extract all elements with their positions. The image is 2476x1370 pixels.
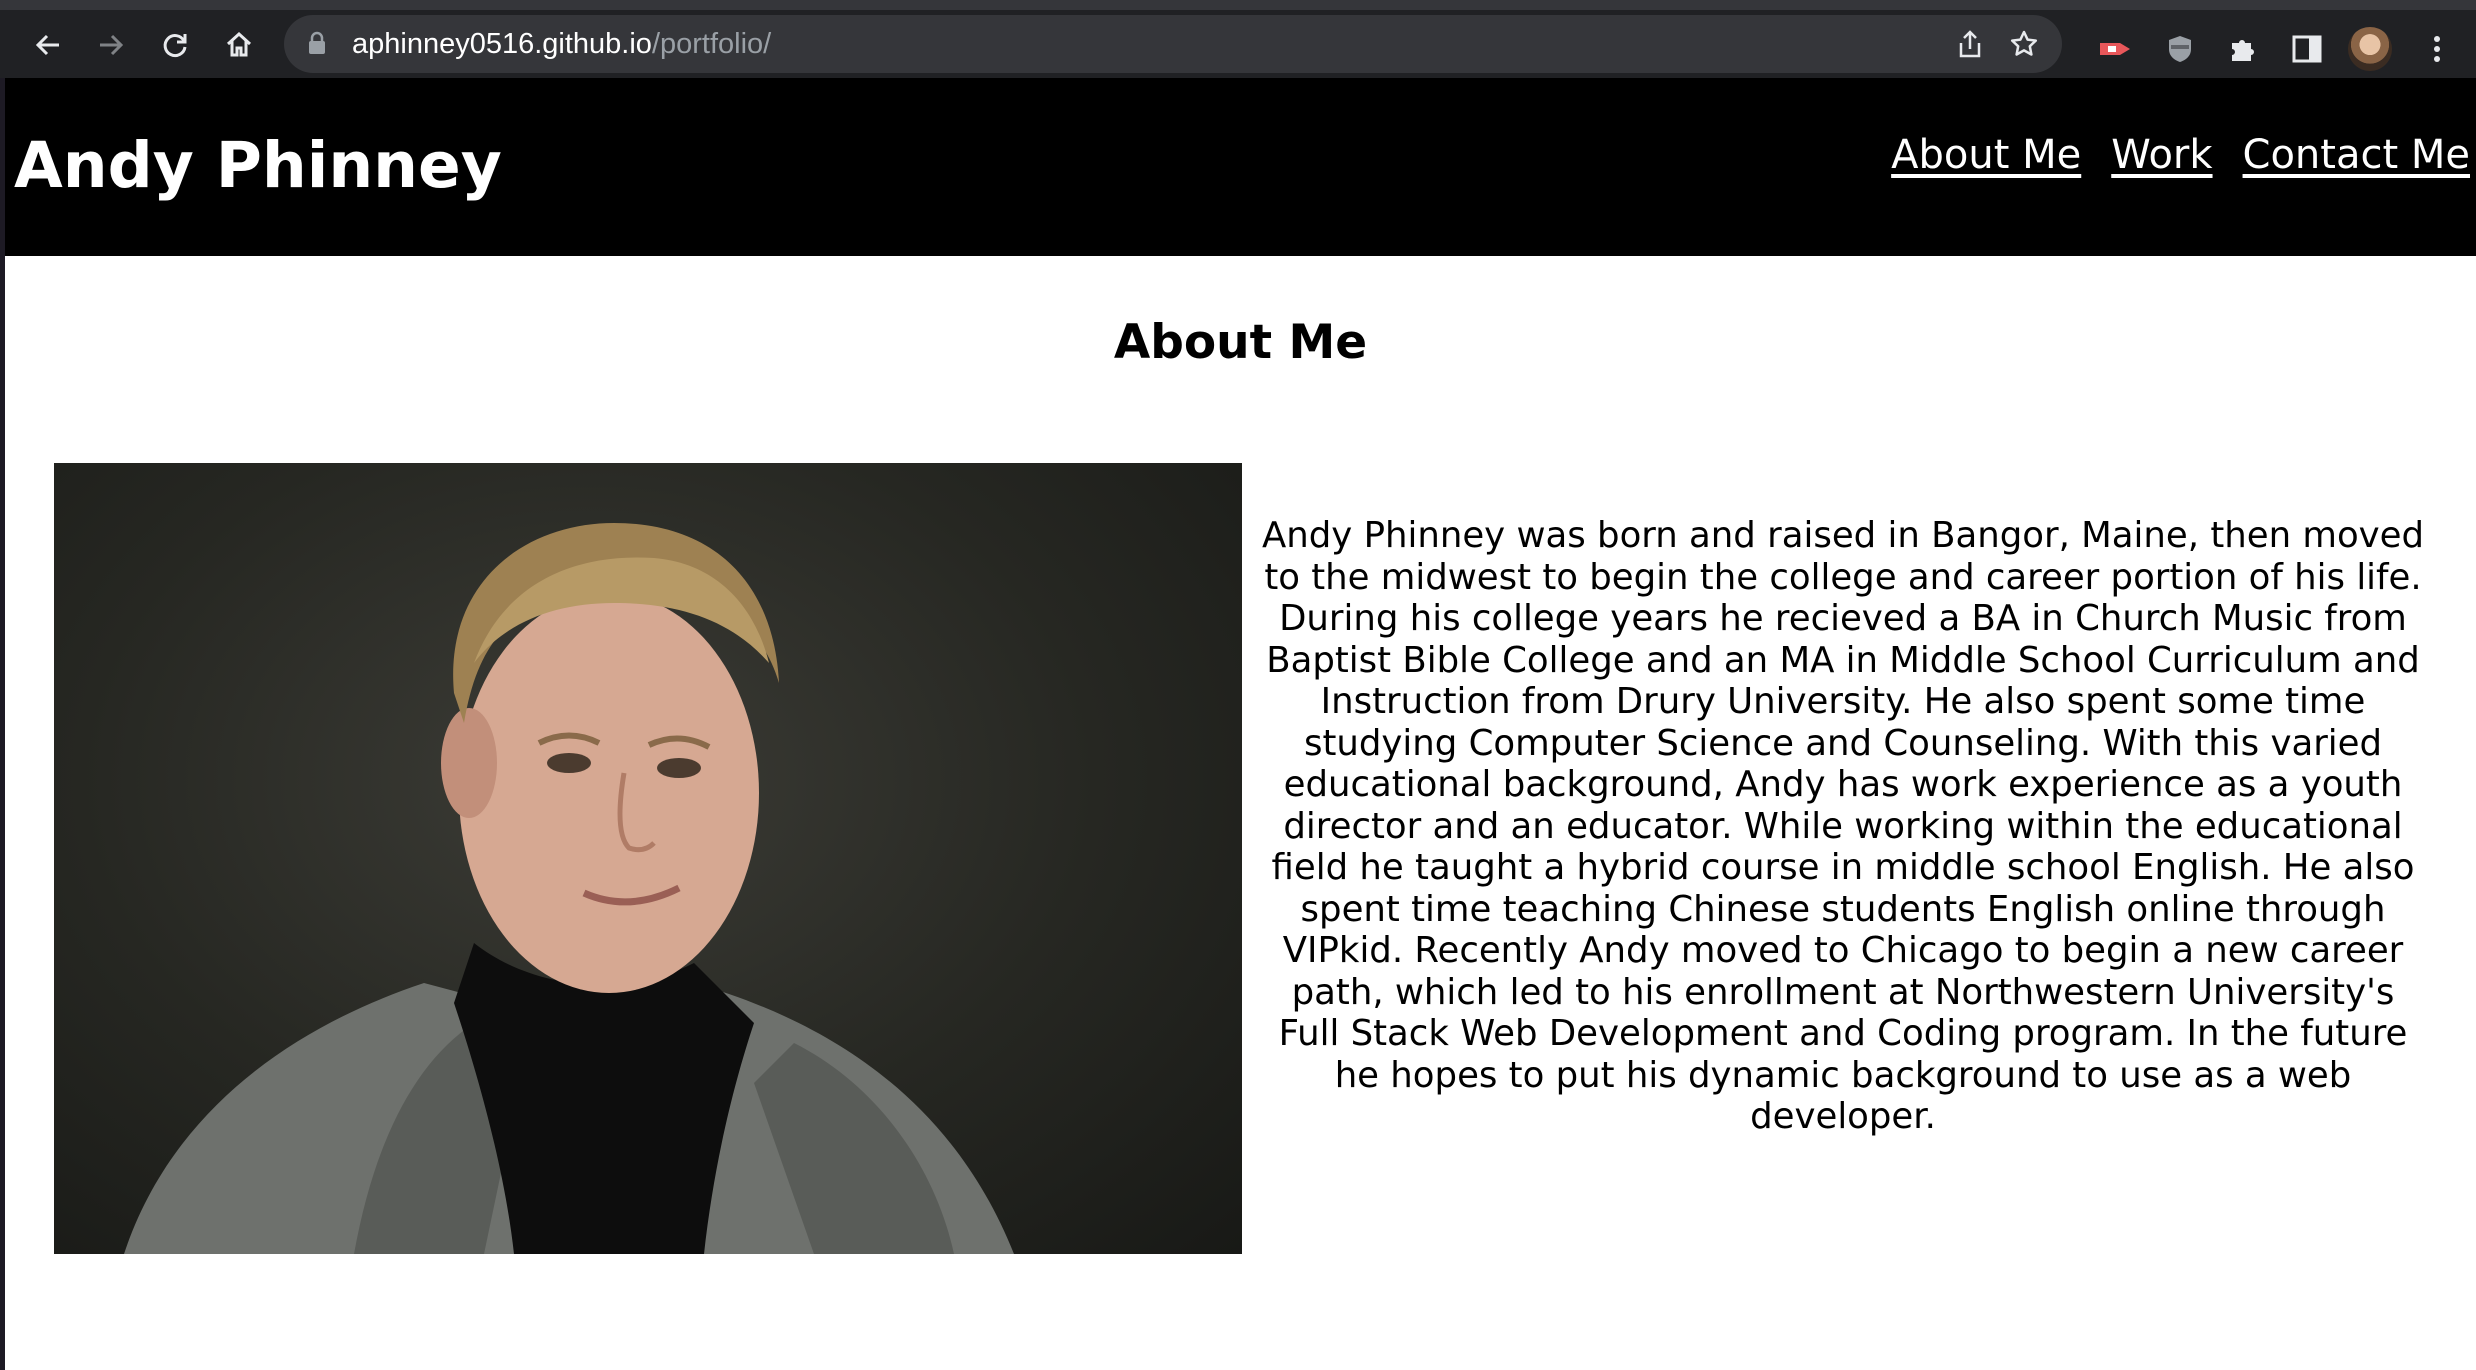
site-header: Andy Phinney About Me Work Contact Me: [5, 78, 2476, 256]
forward-icon[interactable]: [86, 20, 136, 70]
share-icon[interactable]: [1950, 24, 1990, 64]
url-host: aphinney0516.github.io: [352, 28, 652, 60]
reload-icon[interactable]: [150, 20, 200, 70]
shield-icon[interactable]: [2155, 24, 2205, 74]
url-path: /portfolio/: [651, 28, 772, 60]
about-heading: About Me: [1113, 315, 1368, 370]
puzzle-icon[interactable]: [2218, 24, 2268, 74]
lock-icon[interactable]: [308, 31, 326, 55]
back-icon[interactable]: [23, 20, 73, 70]
side-panel-icon[interactable]: [2282, 24, 2332, 74]
profile-avatar[interactable]: [2348, 27, 2392, 71]
nav-link-contact-me[interactable]: Contact Me: [2243, 132, 2470, 178]
extension-icon[interactable]: [2091, 24, 2141, 74]
site-title: Andy Phinney: [14, 129, 502, 202]
browser-toolbar: aphinney0516.github.io/portfolio/: [0, 0, 2476, 78]
address-bar[interactable]: aphinney0516.github.io/portfolio/: [284, 15, 2062, 73]
page-content: Andy Phinney About Me Work Contact Me Ab…: [5, 78, 2476, 1370]
url-text[interactable]: aphinney0516.github.io/portfolio/: [352, 15, 771, 73]
nav-link-work[interactable]: Work: [2111, 132, 2212, 178]
more-menu-icon[interactable]: [2412, 24, 2462, 74]
home-icon[interactable]: [214, 20, 264, 70]
star-icon[interactable]: [2004, 24, 2044, 64]
bio-text: Andy Phinney was born and raised in Bang…: [1261, 515, 2425, 1137]
profile-photo: [54, 463, 1242, 1254]
main-nav: About Me Work Contact Me: [1891, 132, 2470, 178]
nav-link-about-me[interactable]: About Me: [1891, 132, 2081, 178]
